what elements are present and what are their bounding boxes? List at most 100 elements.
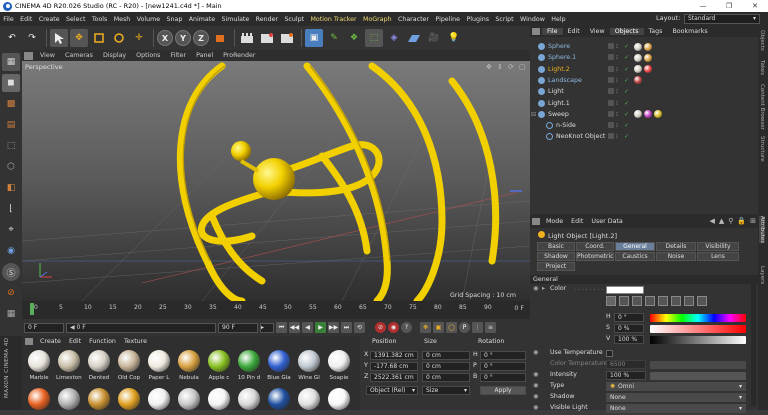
material-swatch[interactable] [86, 388, 112, 410]
viewport-menu-display[interactable]: Display [98, 52, 131, 59]
material-swatch[interactable]: Old Cop [116, 350, 142, 381]
lock-icon[interactable]: 🔒 [735, 217, 748, 225]
material-swatch[interactable]: Limestone [56, 350, 82, 381]
menu-sculpt[interactable]: Sculpt [281, 16, 307, 23]
layer-color-icon[interactable] [608, 54, 614, 61]
attribute-menu-icon[interactable] [532, 217, 540, 225]
tab-shadow[interactable]: Shadow [537, 252, 575, 261]
perspective-viewport[interactable]: Perspective ✥ ⇕ ⟳ ▢ Grid Spacing : 10 cm [22, 61, 530, 301]
polygons-mode-icon[interactable]: ◧ [2, 179, 20, 197]
camera-icon[interactable]: 🎥 [425, 29, 443, 47]
object-name[interactable]: Light.2 [548, 66, 570, 73]
kelvin-mode-icon[interactable] [671, 296, 681, 306]
menu-create[interactable]: Create [36, 16, 63, 23]
object-row[interactable]: n-Side ⁝ ✓ [530, 120, 758, 131]
layer-color-icon[interactable] [608, 110, 614, 117]
material-tag-icon[interactable] [634, 76, 642, 85]
maximize-view-icon[interactable]: ▢ [519, 63, 528, 72]
visibility-dots-icon[interactable]: ⁝ [616, 133, 618, 140]
array-icon[interactable]: ⬚ [365, 29, 383, 47]
layout-select[interactable]: Standard ▾ [684, 14, 760, 24]
keyframe-selection-icon[interactable]: ? [401, 322, 412, 333]
enabled-check-icon[interactable]: ✓ [624, 111, 629, 118]
viewport-menu-panel[interactable]: Panel [191, 52, 218, 59]
tab-caustics[interactable]: Caustics [615, 252, 655, 261]
maximize-button[interactable]: ❐ [716, 0, 742, 12]
type-select[interactable]: ✺ Omni ▾ [606, 382, 746, 391]
material-tag-icon[interactable] [644, 42, 652, 51]
hue-field[interactable]: 0 ° [614, 313, 644, 322]
use-temperature-checkbox[interactable] [606, 350, 613, 357]
visibility-dots-icon[interactable]: ⁝ [616, 88, 618, 95]
object-name[interactable]: Sphere.1 [548, 54, 576, 61]
z-axis-lock-icon[interactable]: Z [193, 30, 209, 46]
shadow-select[interactable]: None ▾ [606, 393, 746, 402]
minimize-button[interactable]: — [690, 0, 716, 12]
viewport-menu-view[interactable]: View [35, 52, 60, 59]
timeline-ruler[interactable]: 0 5 10 15 20 25 30 35 40 45 50 55 60 65 … [22, 301, 530, 319]
enabled-check-icon[interactable]: ✓ [624, 133, 629, 140]
coordinate-mode-select[interactable]: Object (Rel) ▾ [366, 386, 418, 395]
material-swatch[interactable]: Soapie [326, 350, 352, 381]
dock-tab-content-browser[interactable]: Content Browser [759, 84, 765, 130]
material-swatch[interactable] [56, 388, 82, 410]
menu-window[interactable]: Window [517, 16, 548, 23]
enabled-check-icon[interactable]: ✓ [624, 43, 629, 50]
visibility-dots-icon[interactable]: ⁝ [616, 100, 618, 107]
enabled-check-icon[interactable]: ✓ [624, 66, 629, 73]
menu-pipeline[interactable]: Pipeline [432, 16, 463, 23]
object-name[interactable]: Light.1 [548, 100, 570, 107]
up-arrow-icon[interactable]: ▲ [717, 217, 726, 225]
visibility-dots-icon[interactable]: ⁝ [616, 43, 618, 50]
visibility-dots-icon[interactable]: ⁝ [616, 122, 618, 129]
loop-icon[interactable]: ⟲ [354, 322, 365, 333]
workplane-icon[interactable]: ▤ [2, 116, 20, 134]
object-row[interactable]: Sphere.1 ⁝ ✓ [530, 52, 758, 63]
material-swatch[interactable] [296, 388, 322, 410]
material-swatch[interactable] [266, 388, 292, 410]
parameter-key-icon[interactable]: P [459, 322, 470, 333]
size-mode-select[interactable]: Size ▾ [422, 386, 470, 395]
uv-mode-icon[interactable]: ⌊ [2, 200, 20, 218]
dock-tab-attributes[interactable]: Attributes [759, 216, 765, 244]
color-swatch[interactable] [606, 286, 644, 294]
next-key-icon[interactable]: ▶▶ [328, 322, 339, 333]
end-frame-field[interactable]: 90 F [218, 322, 258, 333]
object-name[interactable]: Light [548, 88, 564, 95]
go-to-end-icon[interactable]: ⏭ [341, 322, 352, 333]
tab-coord[interactable]: Coord. [576, 242, 614, 251]
tweak-mode-icon[interactable]: ◉ [2, 242, 20, 260]
size-x-field[interactable]: 0 cm [422, 351, 470, 360]
cube-icon[interactable]: ▣ [305, 29, 323, 47]
tab-photometric[interactable]: Photometric [576, 252, 614, 261]
menu-file[interactable]: File [0, 16, 17, 23]
rgb-mode-icon[interactable] [645, 296, 655, 306]
go-to-start-icon[interactable]: ⏮ [276, 322, 287, 333]
visibility-dots-icon[interactable]: ⁝ [616, 77, 618, 84]
color-wheel-mode-icon[interactable] [606, 296, 616, 306]
menu-plugins[interactable]: Plugins [463, 16, 492, 23]
material-menu-create[interactable]: Create [36, 338, 65, 345]
layer-color-icon[interactable] [608, 88, 614, 95]
material-tag-icon[interactable] [634, 42, 642, 51]
material-swatch[interactable]: Marble [26, 350, 52, 381]
rotation-h-field[interactable]: 0 ° [480, 351, 526, 360]
menu-motion-tracker[interactable]: Motion Tracker [307, 16, 359, 23]
attribute-scrollbar[interactable] [751, 276, 756, 406]
object-menu-edit[interactable]: Edit [563, 28, 585, 35]
color-temperature-slider[interactable] [650, 361, 746, 369]
apply-button[interactable]: Apply [480, 386, 526, 395]
viewport-menu-options[interactable]: Options [131, 52, 165, 59]
coordinate-system-icon[interactable] [211, 29, 229, 47]
object-row[interactable]: Light.2 ⁝ ✓ [530, 64, 758, 75]
visibility-dots-icon[interactable]: ⁝ [616, 66, 618, 73]
material-swatch[interactable]: Paper L [146, 350, 172, 381]
material-swatch[interactable] [146, 388, 172, 410]
menu-character[interactable]: Character [395, 16, 432, 23]
start-frame-field[interactable]: ◀ 0 F [66, 322, 216, 333]
mixer-mode-icon[interactable] [684, 296, 694, 306]
size-z-field[interactable]: 0 cm [422, 373, 470, 382]
orbit-icon[interactable]: ⟳ [508, 63, 517, 72]
play-forwards-icon[interactable]: ▶ [315, 322, 326, 333]
material-tag-icon[interactable] [634, 65, 642, 74]
